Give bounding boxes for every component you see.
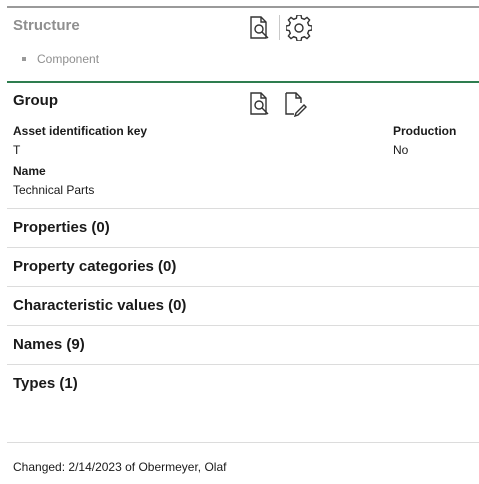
top-divider	[7, 6, 479, 8]
name-label: Name	[13, 164, 46, 178]
production-label: Production	[393, 124, 457, 138]
section-types[interactable]: Types (1)	[7, 364, 479, 403]
tree-item-label: Component	[37, 52, 100, 66]
toolbar-separator	[279, 15, 280, 40]
document-edit-icon[interactable]	[282, 91, 308, 117]
bullet-icon	[22, 57, 26, 61]
section-names-label: Names (9)	[13, 336, 85, 353]
asset-key-label: Asset identification key	[13, 124, 148, 138]
structure-tree-item[interactable]: Component	[22, 52, 99, 66]
section-names[interactable]: Names (9)	[7, 325, 479, 364]
section-types-label: Types (1)	[13, 375, 78, 392]
section-properties-label: Properties (0)	[13, 219, 110, 236]
settings-gear-icon[interactable]	[286, 15, 312, 41]
group-divider	[7, 81, 479, 83]
asset-key-value: T	[13, 143, 21, 157]
section-property-categories[interactable]: Property categories (0)	[7, 247, 479, 286]
structure-title: Structure	[13, 17, 80, 34]
changed-value: 2/14/2023 of Obermeyer, Olaf	[68, 460, 227, 474]
group-document-search-icon[interactable]	[247, 91, 273, 117]
section-characteristic-values[interactable]: Characteristic values (0)	[7, 286, 479, 325]
production-value: No	[393, 143, 409, 157]
footer-changed: Changed: 2/14/2023 of Obermeyer, Olaf	[13, 460, 226, 474]
section-properties[interactable]: Properties (0)	[7, 208, 479, 247]
name-value: Technical Parts	[13, 183, 95, 197]
footer-divider	[7, 442, 479, 443]
changed-label: Changed:	[13, 460, 66, 474]
structure-document-search-icon[interactable]	[247, 15, 273, 41]
section-property-categories-label: Property categories (0)	[13, 258, 177, 275]
group-title: Group	[13, 92, 58, 109]
section-characteristic-values-label: Characteristic values (0)	[13, 297, 187, 314]
